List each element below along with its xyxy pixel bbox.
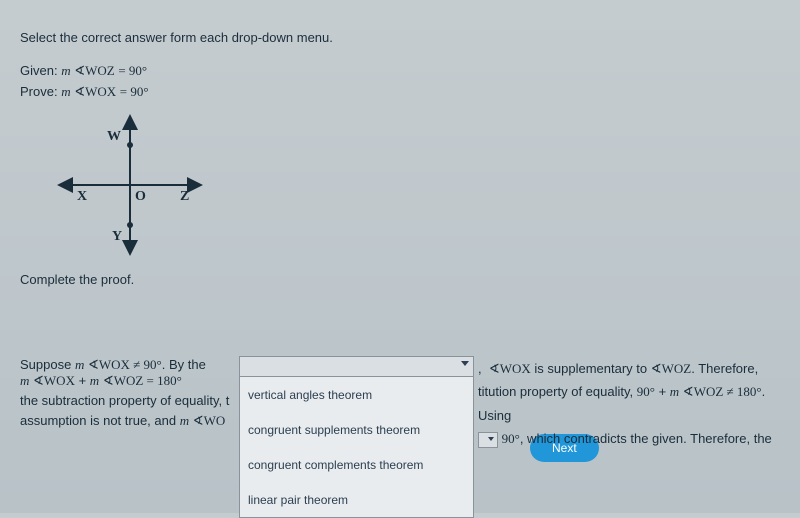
dropdown-option[interactable]: vertical angles theorem (240, 377, 473, 412)
dropdown-selected[interactable] (240, 357, 473, 377)
proof-line1-right: , ∢WOX is supplementary to ∢WOZ. Therefo… (478, 357, 788, 382)
proof-line2-left: m ∢WOX + m ∢WOZ = 180° (20, 373, 182, 389)
label-Z: Z (180, 189, 189, 204)
dropdown-option[interactable]: congruent complements theorem (240, 447, 473, 482)
label-O: O (135, 189, 146, 204)
complete-label: Complete the proof. (20, 272, 780, 287)
label-Y: Y (112, 229, 122, 244)
dropdown-option[interactable]: congruent supplements theorem (240, 412, 473, 447)
label-X: X (77, 189, 87, 204)
dropdown-1[interactable]: vertical angles theorem congruent supple… (239, 356, 474, 518)
label-W: W (107, 129, 121, 144)
dropdown-option[interactable]: linear pair theorem (240, 482, 473, 517)
proof-line1-left: Suppose m ∢WOX ≠ 90°. By the (20, 357, 206, 373)
prove-statement: Prove: m ∢WOX = 90° (20, 84, 780, 100)
proof-line3-right: 90°, which contradicts the given. Theref… (478, 427, 788, 452)
proof-line2-right: titution property of equality, 90° + m ∢… (478, 380, 788, 429)
given-statement: Given: m ∢WOZ = 90° (20, 63, 780, 79)
angle-diagram: W X O Z Y (50, 110, 210, 260)
chevron-down-icon (461, 361, 469, 366)
proof-line4-left: assumption is not true, and m ∢WO (20, 413, 225, 429)
dropdown-2[interactable] (478, 432, 498, 448)
instruction-text: Select the correct answer form each drop… (20, 30, 780, 45)
proof-line3-left: the subtraction property of equality, t (20, 393, 229, 408)
